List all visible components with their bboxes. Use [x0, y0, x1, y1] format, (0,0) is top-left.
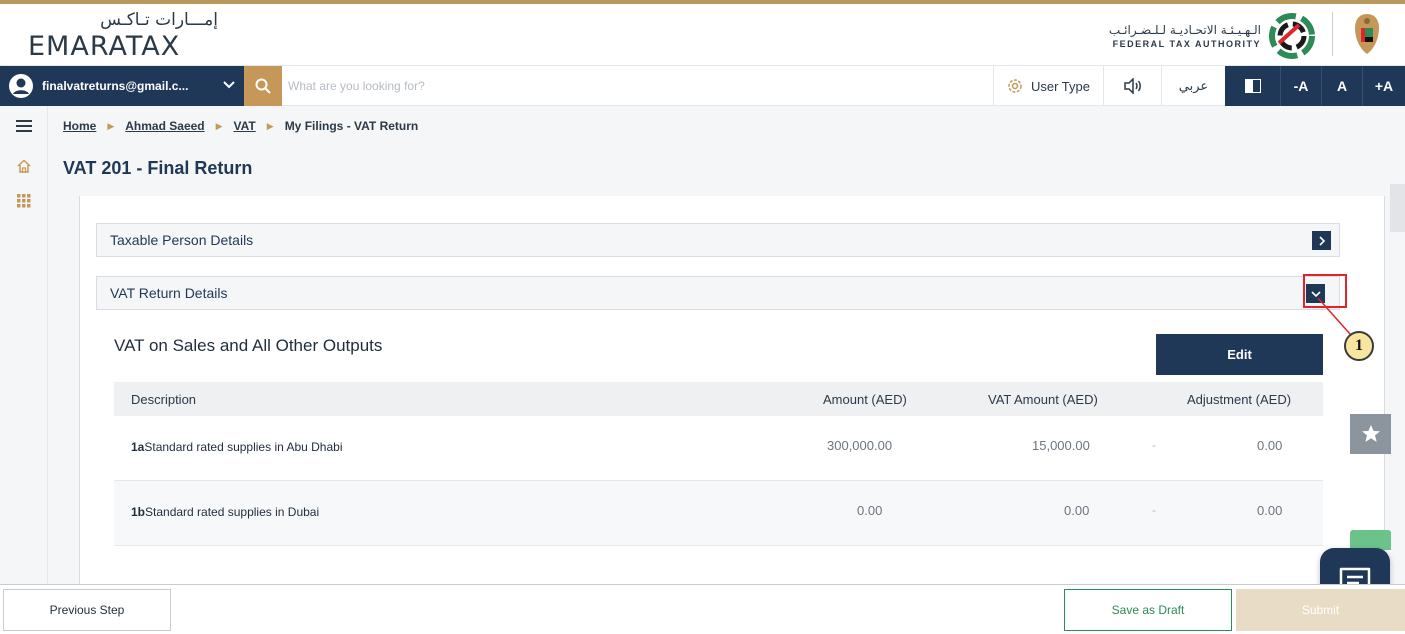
table-row-partial: [114, 545, 1323, 575]
row-amount: 0.00: [857, 503, 883, 518]
column-header-vat-amount: VAT Amount (AED): [988, 392, 1098, 407]
previous-step-button[interactable]: Previous Step: [3, 589, 171, 631]
submit-button[interactable]: Submit: [1236, 589, 1405, 631]
accordion-title: VAT Return Details: [110, 285, 228, 301]
row-description: 1aStandard rated supplies in Abu Dhabi: [131, 440, 343, 454]
accordion-taxable-person[interactable]: Taxable Person Details: [96, 223, 1340, 257]
row-vat-amount: 15,000.00: [1032, 438, 1090, 453]
breadcrumb-vat[interactable]: VAT: [234, 119, 256, 133]
row-vat-amount: 0.00: [1064, 503, 1090, 518]
logo-arabic-text: إمـــارات تـاكـس: [100, 10, 218, 30]
footer-bar: Previous Step Save as Draft Submit: [0, 584, 1405, 634]
section-heading: VAT on Sales and All Other Outputs: [114, 336, 383, 355]
contrast-toggle[interactable]: [1225, 66, 1281, 106]
contrast-icon: [1244, 79, 1261, 93]
user-email: finalvatreturns@gmail.c...: [42, 79, 189, 93]
site-header: إمـــارات تـاكـس EMARATAX الـهـيـئـة الا…: [0, 4, 1405, 66]
emaratax-logo[interactable]: إمـــارات تـاكـس EMARATAX: [28, 10, 218, 62]
user-avatar-icon: [9, 74, 33, 98]
menu-toggle[interactable]: [0, 106, 48, 146]
font-decrease-button[interactable]: -A: [1281, 66, 1322, 106]
breadcrumb-taxpayer[interactable]: Ahmad Saeed: [125, 119, 204, 133]
text-to-speech-button[interactable]: [1103, 66, 1161, 106]
header-divider: [1332, 12, 1333, 56]
edit-button[interactable]: Edit: [1156, 334, 1323, 375]
fta-english-name: FEDERAL TAX AUTHORITY: [1112, 39, 1261, 49]
table-row: 1aStandard rated supplies in Abu Dhabi 3…: [114, 416, 1323, 481]
table-row: 1bStandard rated supplies in Dubai 0.00 …: [114, 481, 1323, 546]
search-input[interactable]: [288, 74, 978, 98]
speaker-icon: [1123, 78, 1141, 94]
favorite-button[interactable]: [1350, 414, 1391, 454]
breadcrumb-arrow-icon: ▶: [266, 120, 274, 131]
uae-emblem-icon: [1355, 14, 1379, 54]
grid-icon: [17, 194, 31, 208]
row-description-text: Standard rated supplies in Dubai: [145, 505, 320, 519]
user-type-label: User Type: [1030, 78, 1090, 94]
rail-apps[interactable]: [0, 186, 48, 216]
table-header: Description Amount (AED) VAT Amount (AED…: [114, 382, 1323, 416]
column-header-adjustment: Adjustment (AED): [1187, 392, 1292, 407]
breadcrumb-current: My Filings - VAT Return: [284, 119, 419, 133]
rail-home[interactable]: [0, 146, 48, 186]
star-icon: [1361, 425, 1380, 442]
row-code: 1a: [131, 440, 145, 454]
column-header-amount: Amount (AED): [823, 392, 907, 407]
search-icon: [255, 78, 271, 94]
chevron-down-icon[interactable]: [222, 78, 236, 92]
left-rail: [0, 106, 48, 584]
accordion-title: Taxable Person Details: [110, 232, 254, 248]
hamburger-icon: [16, 120, 32, 132]
fta-logo[interactable]: الـهـيـئـة الاتحـاديـة لـلـضـرائـب FEDER…: [1109, 10, 1315, 62]
chevron-right-icon: [1318, 235, 1325, 246]
annotation-step-number: 1: [1344, 331, 1374, 361]
user-menu[interactable]: finalvatreturns@gmail.c...: [0, 66, 244, 106]
row-adjustment: 0.00: [1257, 438, 1283, 453]
column-header-description: Description: [131, 392, 197, 407]
page-title: VAT 201 - Final Return: [63, 158, 253, 178]
row-adjustment: 0.00: [1257, 503, 1283, 518]
accordion-vat-return[interactable]: VAT Return Details: [96, 276, 1340, 310]
row-amount: 300,000.00: [827, 438, 893, 453]
breadcrumb-home[interactable]: Home: [63, 119, 96, 133]
fta-emblem-icon: [1269, 13, 1315, 59]
breadcrumb: Home ▶ Ahmad Saeed ▶ VAT ▶ My Filings - …: [48, 106, 1405, 146]
language-toggle[interactable]: عربي: [1161, 66, 1225, 106]
scrollbar-thumb[interactable]: [1390, 184, 1405, 232]
gear-icon: [1008, 79, 1022, 93]
row-separator: -: [1152, 438, 1156, 452]
row-separator: -: [1152, 503, 1156, 517]
top-toolbar: finalvatreturns@gmail.c... User Type عرب…: [0, 66, 1405, 106]
font-reset-button[interactable]: A: [1322, 66, 1363, 106]
breadcrumb-arrow-icon: ▶: [107, 120, 115, 131]
expand-button[interactable]: [1312, 231, 1331, 250]
save-draft-button[interactable]: Save as Draft: [1064, 589, 1232, 631]
home-icon: [17, 159, 31, 173]
scroll-top-tab[interactable]: [1350, 530, 1391, 550]
row-code: 1b: [131, 505, 146, 519]
search-button[interactable]: [244, 66, 282, 106]
row-description-text: Standard rated supplies in Abu Dhabi: [144, 440, 343, 454]
font-increase-button[interactable]: +A: [1363, 66, 1405, 106]
logo-english-text: EMARATAX: [28, 31, 181, 62]
user-type-button[interactable]: User Type: [993, 66, 1103, 106]
fta-arabic-name: الـهـيـئـة الاتحـاديـة لـلـضـرائـب: [1108, 23, 1261, 37]
breadcrumb-arrow-icon: ▶: [215, 120, 223, 131]
row-description: 1bStandard rated supplies in Dubai: [131, 505, 319, 519]
